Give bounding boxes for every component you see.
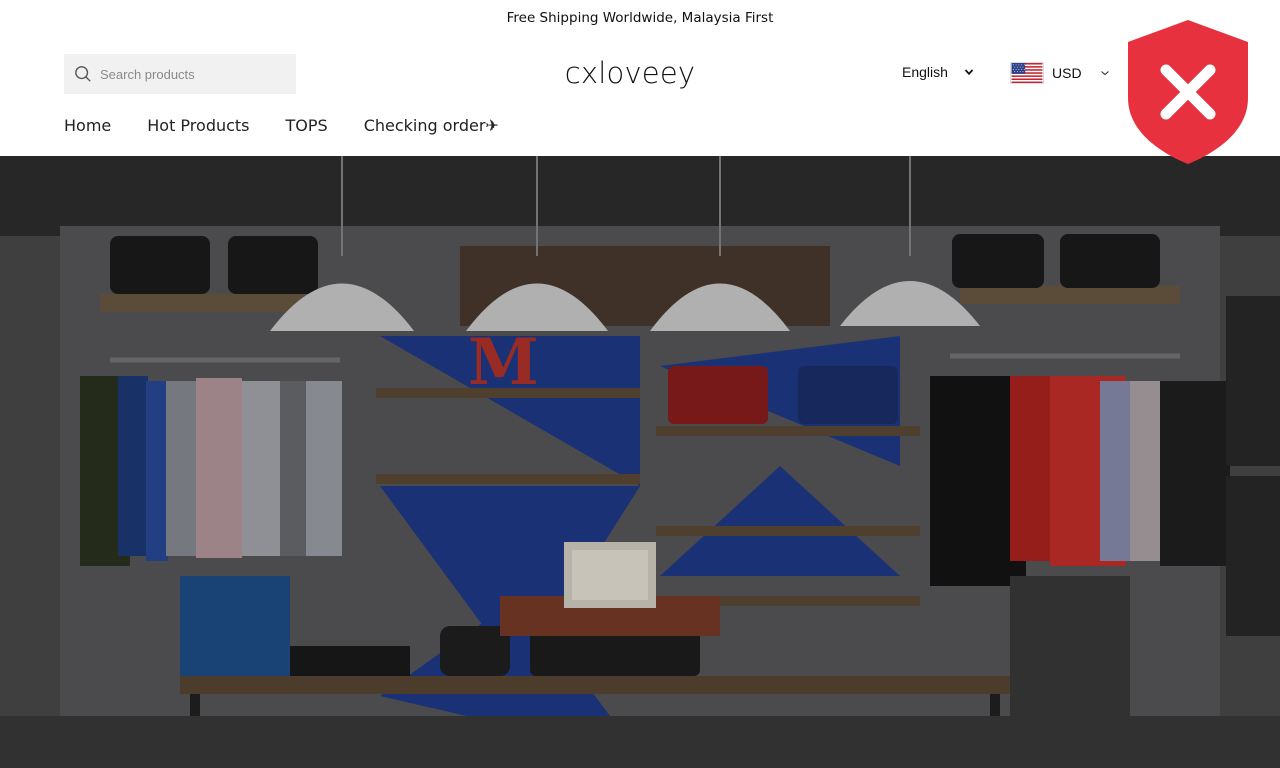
nav-item-checking-order[interactable]: Checking order✈ [364,116,499,135]
search-input[interactable] [100,66,280,82]
nav-item-tops[interactable]: TOPS [286,116,328,135]
main-nav: Home Hot Products TOPS Checking order✈ [64,116,499,135]
shield-x-icon[interactable] [1126,20,1250,164]
currency-label: USD [1052,65,1082,81]
clothing-store-interior: M [0,156,1280,768]
hero-banner[interactable]: M [0,156,1280,768]
currency-selector[interactable]: USD [1010,62,1110,84]
search-bar[interactable] [64,54,296,94]
language-label: English [902,64,948,80]
site-logo[interactable]: cxloveey [540,56,720,90]
search-icon[interactable] [74,65,92,83]
site-header: cxloveey English USD [0,36,1280,156]
announcement-bar: Free Shipping Worldwide, Malaysia First [0,0,1280,36]
chevron-down-icon [964,69,974,76]
announcement-text: Free Shipping Worldwide, Malaysia First [506,10,774,26]
nav-item-home[interactable]: Home [64,116,111,135]
nav-item-hot-products[interactable]: Hot Products [147,116,249,135]
language-selector[interactable]: English [902,64,974,80]
us-flag-icon [1010,62,1044,84]
chevron-down-icon [1100,71,1109,76]
